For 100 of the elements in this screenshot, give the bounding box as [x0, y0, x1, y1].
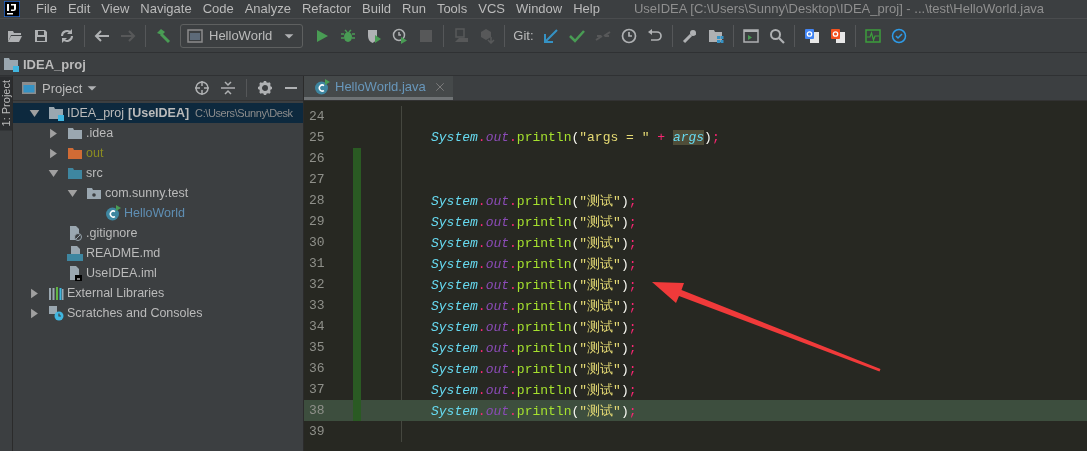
code-line: System.out.println("测试"); — [431, 255, 637, 273]
line-number: 38 — [308, 403, 326, 418]
breadcrumb-item[interactable]: IDEA_proj — [23, 56, 86, 72]
tree-item[interactable]: IDEA_proj [UseIDEA] C:\Users\Sunny\Desk — [13, 103, 303, 123]
crosshair-icon[interactable] — [194, 80, 210, 96]
arrow-down-left-icon[interactable] — [542, 27, 559, 44]
line-number: 33 — [308, 298, 326, 313]
expand-arrow-icon — [48, 147, 59, 159]
code-line: System.out.println("args = " + args); — [431, 130, 720, 145]
code-line: System.out.println("测试"); — [431, 318, 637, 336]
code-line: System.out.println("测试"); — [431, 192, 637, 210]
line-number: 28 — [308, 193, 326, 208]
tree-item[interactable]: External Libraries — [13, 283, 303, 303]
line-number: 27 — [308, 172, 326, 187]
back-arrow-icon[interactable] — [94, 27, 110, 44]
class-icon — [105, 205, 121, 221]
markdown-file-icon — [67, 245, 83, 261]
wave-monitor-icon[interactable] — [864, 27, 881, 44]
collapse-arrow-icon — [29, 107, 40, 119]
line-number: 31 — [308, 256, 326, 271]
package-folder-icon — [86, 185, 102, 201]
line-number: 36 — [308, 361, 326, 376]
code-line: System.out.println("测试"); — [431, 381, 637, 399]
folder-icon — [67, 145, 83, 161]
line-number: 35 — [308, 340, 326, 355]
search-icon[interactable] — [768, 27, 785, 44]
code-line: System.out.println("测试"); — [431, 276, 637, 294]
caret-icon — [87, 83, 98, 93]
tree-item[interactable]: HelloWorld — [13, 203, 303, 223]
project-view-dropdown[interactable]: Project — [21, 80, 98, 96]
menu-item[interactable]: View — [96, 1, 136, 17]
file-icon — [67, 225, 83, 241]
scratch-clock-icon — [48, 305, 64, 321]
tree-item[interactable]: com.sunny.test — [13, 183, 303, 203]
check-circle-icon[interactable] — [890, 27, 907, 44]
clock-icon[interactable] — [620, 27, 637, 44]
hammer-icon[interactable] — [155, 27, 171, 44]
collapse-all-icon[interactable] — [220, 80, 236, 96]
run-configuration-dropdown[interactable]: HelloWorld — [180, 23, 304, 48]
expand-arrow-icon — [48, 127, 59, 139]
expand-arrow-icon — [29, 287, 40, 299]
collapse-arrow-icon — [67, 187, 78, 199]
tool-window-tab[interactable]: 1: Project — [0, 76, 12, 131]
project-folder-icon — [48, 105, 64, 121]
menu-item[interactable]: VCS — [473, 1, 511, 17]
menu-item[interactable]: Navigate — [135, 1, 198, 17]
bug-icon[interactable] — [340, 27, 357, 44]
line-number: 32 — [308, 277, 326, 292]
menu-item[interactable]: Tools — [431, 1, 474, 17]
editor-tab[interactable]: HelloWorld.java — [304, 76, 453, 100]
menu-item[interactable]: Refactor — [296, 1, 358, 17]
settings-icon[interactable] — [257, 80, 273, 96]
save-icon[interactable] — [33, 27, 49, 44]
git-label: Git: — [512, 28, 535, 43]
menu-item[interactable]: Run — [397, 1, 432, 17]
menu-item[interactable]: Edit — [62, 1, 97, 17]
code-line: System.out.println("测试"); — [431, 213, 637, 231]
menu-item[interactable]: Build — [357, 1, 397, 17]
expand-arrow-icon — [29, 307, 40, 319]
window-icon — [21, 80, 37, 96]
wrench-icon[interactable] — [681, 27, 698, 44]
terminal-window-icon[interactable] — [742, 27, 759, 44]
translate-icon[interactable] — [829, 27, 846, 44]
menu-item[interactable]: Code — [197, 1, 240, 17]
library-bars-icon — [48, 285, 64, 301]
translate-icon[interactable] — [803, 27, 820, 44]
line-number: 30 — [308, 235, 326, 250]
tree-item[interactable]: .idea — [13, 123, 303, 143]
tree-item[interactable]: out — [13, 143, 303, 163]
tree-item[interactable]: README.md — [13, 243, 303, 263]
line-number: 29 — [308, 214, 326, 229]
menu-item[interactable]: Analyze — [239, 1, 297, 17]
code-line: System.out.println("测试"); — [431, 360, 637, 378]
tree-item[interactable]: .gitignore — [13, 223, 303, 243]
file-icon — [67, 265, 83, 281]
tree-item[interactable]: Scratches and Consoles — [13, 303, 303, 323]
window-icon — [187, 27, 203, 44]
menu-item[interactable]: Help — [568, 1, 606, 17]
refresh-icon[interactable] — [59, 27, 75, 44]
code-line: System.out.println("测试"); — [431, 402, 637, 420]
line-number: 25 — [308, 130, 326, 145]
folder-icon — [67, 125, 83, 141]
window-title: UseIDEA [C:\Users\Sunny\Desktop\IDEA_proj] - ...\test\HelloWorld.java — [633, 1, 1045, 17]
clock-play-icon[interactable] — [392, 27, 409, 44]
project-folder-icon — [3, 56, 19, 72]
shield-play-icon[interactable] — [366, 27, 383, 44]
line-number: 26 — [308, 151, 326, 166]
line-number: 34 — [308, 319, 326, 334]
code-line: System.out.println("测试"); — [431, 339, 637, 357]
line-number: 39 — [308, 424, 326, 439]
folder-grid-icon[interactable] — [707, 27, 724, 44]
line-number: 37 — [308, 382, 326, 397]
menu-item[interactable]: Window — [510, 1, 569, 17]
folder-icon — [67, 165, 83, 181]
tree-item[interactable]: src — [13, 163, 303, 183]
menu-item[interactable]: File — [31, 1, 63, 17]
class-icon — [314, 78, 330, 95]
line-number: 24 — [308, 109, 326, 124]
undo-icon[interactable] — [646, 27, 663, 44]
tree-item[interactable]: UseIDEA.iml — [13, 263, 303, 283]
